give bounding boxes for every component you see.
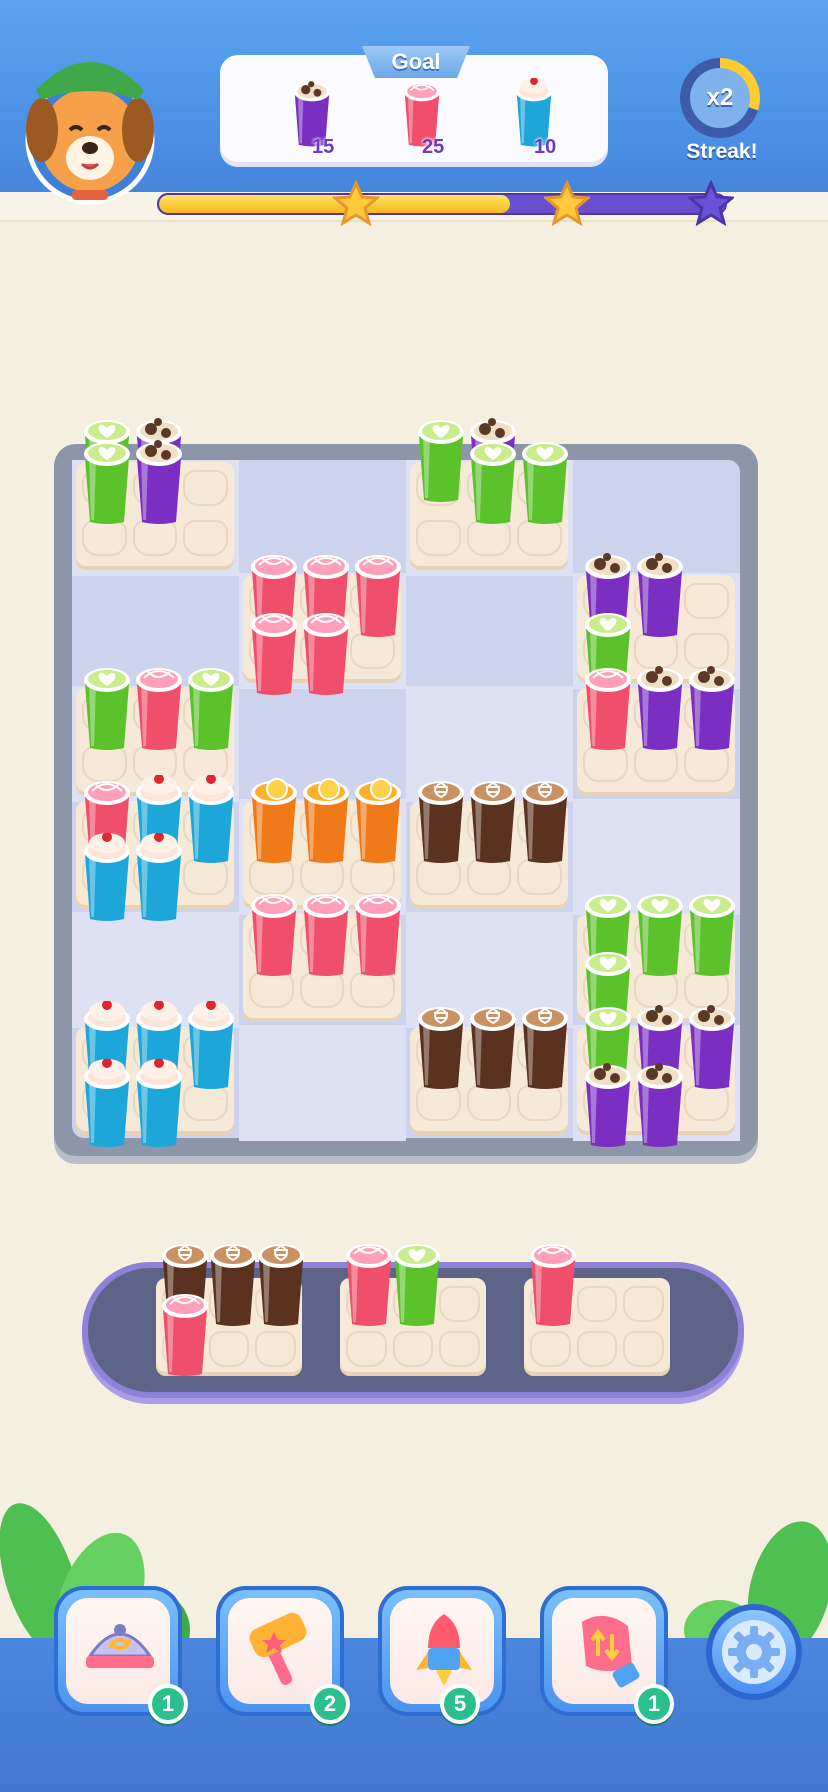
matcha-drink-cup [84,442,130,524]
cherry-drink-cup [188,1001,234,1089]
board-cell[interactable] [239,1025,406,1141]
matcha-drink-cup [84,668,130,750]
level-progress-bar [157,193,727,215]
tray-slot [576,1286,618,1322]
coffee-drink-cup [210,1244,256,1326]
chocolate-drink-cup [689,1005,735,1089]
strawberry-drink-cup [355,894,401,976]
coffee-drink-cup [470,781,516,863]
cherry-drink-cup [136,833,182,921]
chocolate-drink-cup [637,553,683,637]
cherry-drink-cup [84,833,130,921]
tray-slot [576,1331,618,1367]
hammer-icon [249,1612,307,1686]
swap-glove-icon [582,1615,640,1688]
tray-slot [439,1286,480,1322]
orange-drink-cup [355,778,401,863]
rocket-booster-button[interactable]: 5 [378,1586,506,1724]
booster-count-badge: 2 [310,1684,350,1724]
tray-slot [183,520,228,556]
streak-ring: x2 [680,58,760,138]
cherry-drink-cup [136,1059,182,1147]
chocolate-drink-cup [585,1063,631,1147]
matcha-drink-cup [689,894,735,976]
strawberry-drink-cup [303,613,349,695]
goal-count: 25 [422,136,445,158]
strawberry-drink-cup [251,894,297,976]
cherry-drink-cup [188,775,234,863]
swap-booster-button[interactable]: 1 [540,1586,674,1724]
strawberry-drink-cup [585,668,631,750]
tray-slot [346,1331,387,1367]
chocolate-drink-cup [637,666,683,750]
tray-slot [183,470,228,506]
matcha-drink-cup [522,442,568,524]
goal-title: Goal [362,46,470,78]
gear-icon [728,1626,780,1678]
tray-slot [530,1331,571,1367]
star-icon [333,180,379,226]
hammer-booster-button[interactable]: 2 [216,1586,350,1724]
booster-count-badge: 1 [148,1684,188,1724]
settings-button[interactable] [706,1604,802,1700]
rocket-icon [416,1614,472,1686]
chocolate-drink-cup [136,440,182,524]
matcha-drink-cup [470,442,516,524]
coffee-drink-cup [418,781,464,863]
orange-drink-cup [251,778,297,863]
star-icon [688,180,734,226]
dog-avatar[interactable] [20,30,160,210]
matcha-drink-cup [394,1244,440,1326]
matcha-drink-cup [188,668,234,750]
strawberry-drink-cup [303,894,349,976]
goal-cherry: 10 [494,78,574,162]
tray-slot [392,1331,434,1367]
coffee-drink-cup [470,1007,516,1089]
tray-slot [416,520,461,556]
booster-count-badge: 5 [440,1684,480,1724]
strawberry-drink-cup [346,1244,392,1326]
streak-multiplier: x2 [690,68,750,128]
streak-meter: x2 Streak! [672,58,772,168]
board-cell[interactable] [406,573,573,689]
tray-slot [684,583,729,619]
strawberry-drink-cup [162,1294,208,1376]
goal-strawberry: 25 [382,78,462,162]
shuffle-booster-button[interactable]: 1 [54,1586,188,1724]
chocolate-drink-cup [637,1063,683,1147]
game-screen: Goal 15 25 10 x2 Streak! 1 2 5 1 [0,0,828,1792]
star-icon [544,180,590,226]
settings-frame [722,1620,786,1684]
chocolate-drink-cup [689,666,735,750]
strawberry-drink-cup [355,555,401,637]
coffee-drink-cup [522,781,568,863]
strawberry-drink-cup [136,668,182,750]
matcha-drink-cup [637,894,683,976]
tray-slot [623,1331,664,1367]
coffee-drink-cup [258,1244,304,1326]
booster-count-badge: 1 [634,1684,674,1724]
goal-chocolate: 15 [272,78,352,162]
tray-slot [208,1331,250,1367]
tray-slot [439,1331,480,1367]
cherry-drink-cup [84,1059,130,1147]
matcha-drink-cup [418,420,464,502]
tray-slot [255,1331,296,1367]
coffee-drink-cup [522,1007,568,1089]
coffee-drink-cup [418,1007,464,1089]
orange-drink-cup [303,778,349,863]
streak-label: Streak! [686,140,758,163]
booster-frame [390,1598,494,1704]
shuffle-tray-icon [86,1624,154,1668]
strawberry-drink-cup [530,1244,576,1326]
goal-count: 15 [312,136,335,158]
tray-slot [623,1286,664,1322]
strawberry-drink-cup [251,613,297,695]
goal-count: 10 [534,136,557,158]
